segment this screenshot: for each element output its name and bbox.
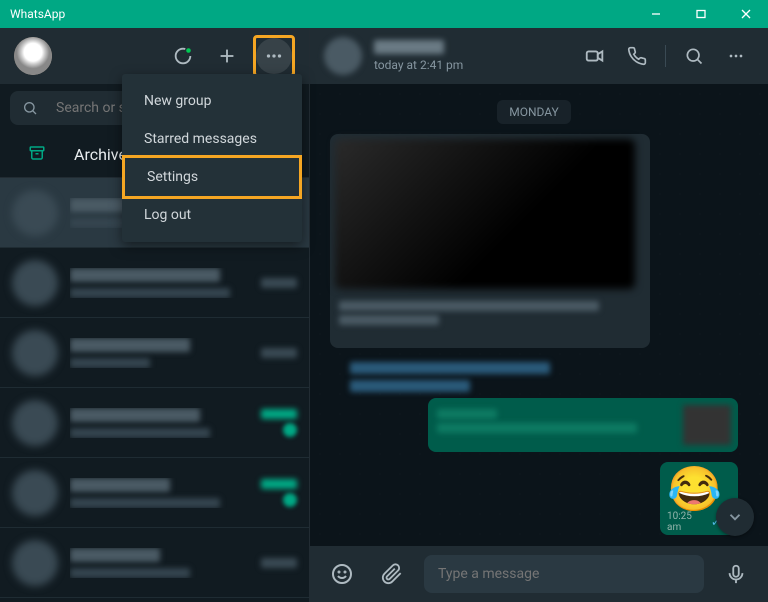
composer	[310, 546, 768, 602]
chat-item[interactable]	[0, 528, 309, 598]
chat-item[interactable]	[0, 248, 309, 318]
chat-avatar	[12, 260, 58, 306]
incoming-message[interactable]	[330, 134, 650, 348]
profile-avatar[interactable]	[14, 37, 52, 75]
chat-avatar	[12, 330, 58, 376]
chat-avatar	[12, 540, 58, 586]
chat-menu-icon[interactable]	[718, 38, 754, 74]
emoji-picker-icon[interactable]	[324, 556, 360, 592]
chat-avatar	[12, 190, 58, 236]
menu-settings[interactable]: Settings	[122, 155, 302, 199]
chat-avatar	[12, 470, 58, 516]
composer-input-wrap[interactable]	[424, 555, 704, 593]
window-close-button[interactable]	[723, 0, 768, 28]
message-time: 10:25 am	[667, 511, 708, 533]
menu-starred[interactable]: Starred messages	[122, 120, 302, 158]
archive-icon	[28, 144, 46, 166]
chat-header-name	[374, 40, 444, 54]
window-maximize-button[interactable]	[678, 0, 723, 28]
message-input[interactable]	[438, 566, 690, 582]
menu-icon[interactable]	[256, 38, 292, 74]
main-menu-dropdown: New group Starred messages Settings Log …	[122, 74, 302, 242]
chat-item[interactable]	[0, 388, 309, 458]
attach-icon[interactable]	[374, 556, 410, 592]
chat-header[interactable]: today at 2:41 pm	[310, 28, 768, 84]
voice-call-icon[interactable]	[619, 38, 655, 74]
message-link[interactable]	[350, 362, 550, 374]
message-link[interactable]	[350, 380, 470, 392]
mic-icon[interactable]	[718, 556, 754, 592]
new-chat-icon[interactable]	[209, 38, 245, 74]
titlebar: WhatsApp	[0, 0, 768, 28]
outgoing-message[interactable]	[428, 398, 738, 452]
chat-item[interactable]	[0, 598, 309, 602]
chat-search-icon[interactable]	[676, 38, 712, 74]
messages-area[interactable]: MONDAY 😂 10:25 am ✓✓	[310, 84, 768, 546]
menu-logout[interactable]: Log out	[122, 196, 302, 234]
day-label: MONDAY	[330, 100, 738, 124]
message-thumbnail	[683, 405, 731, 445]
chat-header-status: today at 2:41 pm	[374, 58, 565, 72]
window-minimize-button[interactable]	[633, 0, 678, 28]
chat-item[interactable]	[0, 318, 309, 388]
message-image[interactable]	[335, 139, 635, 289]
scroll-down-button[interactable]	[716, 498, 754, 536]
search-icon	[22, 100, 38, 116]
chat-item[interactable]	[0, 458, 309, 528]
chat-panel: today at 2:41 pm MONDAY	[310, 28, 768, 602]
header-divider	[665, 45, 666, 67]
app-name: WhatsApp	[10, 7, 65, 21]
status-icon[interactable]	[165, 38, 201, 74]
chat-header-avatar	[324, 37, 362, 75]
menu-new-group[interactable]: New group	[122, 82, 302, 120]
chat-avatar	[12, 400, 58, 446]
video-call-icon[interactable]	[577, 38, 613, 74]
